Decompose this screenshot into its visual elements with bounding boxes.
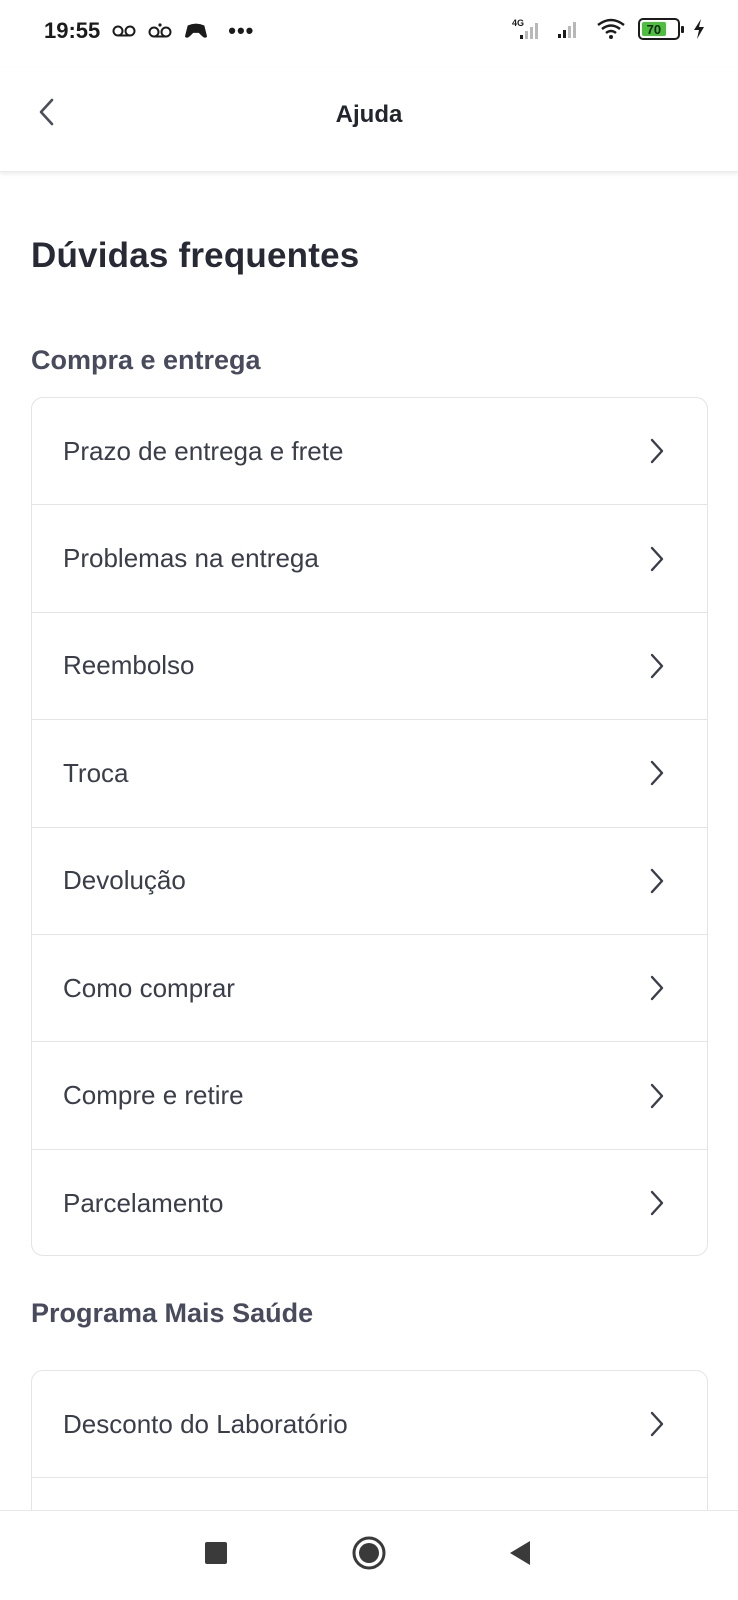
faq-item-reembolso[interactable]: Reembolso (32, 613, 707, 721)
square-icon (205, 1541, 227, 1569)
network-type: 4G (512, 18, 524, 28)
faq-item-devolucao[interactable]: Devolução (32, 828, 707, 935)
faq-item-label: Compre e retire (63, 1080, 244, 1111)
faq-item-label: Troca (63, 757, 129, 788)
chevron-right-icon (647, 652, 667, 680)
faq-item-troca[interactable]: Troca (32, 720, 707, 828)
triangle-back-icon (508, 1540, 532, 1571)
status-right: 4G 70 (512, 18, 706, 40)
faq-item-compre-retire[interactable]: Compre e retire (32, 1042, 707, 1150)
status-left: 19:55 ••• (44, 18, 254, 44)
battery-level: 70 (642, 22, 666, 37)
chevron-right-icon (647, 437, 667, 465)
gamepad-icon (184, 21, 208, 41)
circle-icon (351, 1535, 387, 1576)
faq-item-label: Devolução (63, 865, 186, 896)
header-title: Ajuda (335, 101, 403, 128)
system-nav-bar (0, 1510, 738, 1600)
section-title-mais-saude: Programa Mais Saúde (31, 1298, 314, 1328)
faq-item-desconto-laboratorio[interactable]: Desconto do Laboratório (32, 1371, 707, 1479)
app-header: Ajuda (0, 68, 738, 172)
faq-item-label: Problemas na entrega (63, 543, 319, 574)
chevron-right-icon (647, 1189, 667, 1217)
wifi-icon (596, 18, 626, 39)
recents-button[interactable] (196, 1535, 236, 1575)
system-back-button[interactable] (500, 1535, 540, 1575)
voicemail-icon (148, 21, 172, 41)
section-title-compra-entrega: Compra e entrega (31, 345, 261, 375)
chevron-right-icon (647, 1410, 667, 1438)
status-time: 19:55 (44, 18, 101, 43)
voicemail-icon (112, 21, 136, 41)
signal-icon (556, 19, 584, 39)
faq-item-label: Prazo de entrega e frete (63, 435, 344, 466)
chevron-right-icon (647, 545, 667, 573)
faq-item-label: Reembolso (63, 650, 195, 681)
chevron-right-icon (647, 1082, 667, 1110)
chevron-right-icon (647, 974, 667, 1002)
faq-list-compra-entrega: Prazo de entrega e frete Problemas na en… (31, 397, 708, 1256)
signal-4g-icon: 4G (512, 18, 544, 39)
faq-item-prazo-entrega[interactable]: Prazo de entrega e frete (32, 398, 707, 506)
faq-item-label: Parcelamento (63, 1187, 224, 1218)
faq-item-label: Como comprar (63, 972, 235, 1003)
status-bar: 19:55 ••• 4G 70 (0, 0, 738, 68)
chevron-right-icon (647, 867, 667, 895)
faq-item-parcelamento[interactable]: Parcelamento (32, 1150, 707, 1255)
chevron-right-icon (647, 759, 667, 787)
page-title: Dúvidas frequentes (31, 236, 360, 275)
battery-icon: 70 (638, 18, 684, 40)
faq-item-label: Desconto do Laboratório (63, 1408, 348, 1439)
faq-item-como-comprar[interactable]: Como comprar (32, 935, 707, 1043)
home-button[interactable] (349, 1535, 389, 1575)
more-notifications: ••• (228, 18, 255, 43)
charging-icon (692, 19, 706, 39)
faq-item-problemas-entrega[interactable]: Problemas na entrega (32, 505, 707, 613)
